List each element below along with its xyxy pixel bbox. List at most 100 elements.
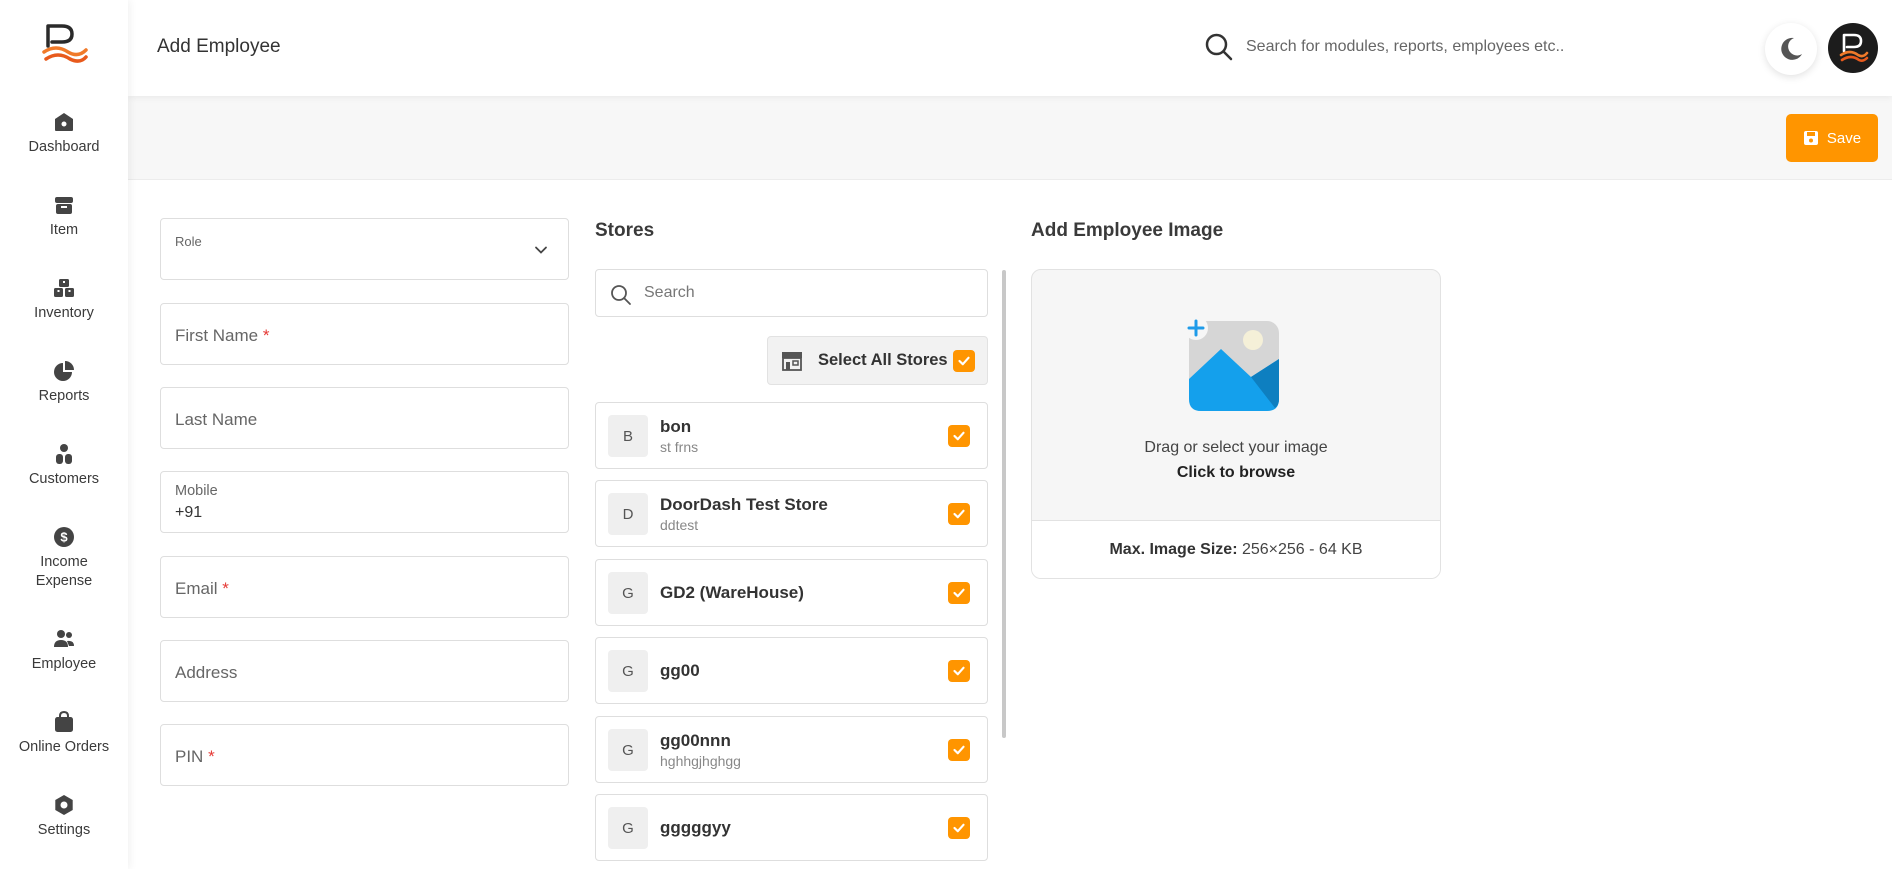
sidebar-item-customers[interactable]: Customers [0,443,128,489]
store-checkbox[interactable] [948,503,970,525]
gear-icon [55,795,73,815]
store-name: gg00nnn [660,731,731,750]
page-title: Add Employee [157,36,281,57]
pie-chart-icon [54,361,74,381]
action-toolbar: Save [128,96,1892,180]
check-icon [953,666,965,676]
email-field[interactable]: Email * [160,556,569,618]
sidebar-item-inventory[interactable]: Inventory [0,277,128,323]
moon-icon [1781,37,1802,60]
sidebar-item-item[interactable]: Item [0,194,128,240]
mobile-field[interactable]: Mobile +91 [160,471,569,533]
sidebar-item-label: Inventory [34,305,94,321]
box-icon [55,197,73,214]
store-row[interactable]: D DoorDash Test Store ddtest [595,480,988,547]
sidebar-item-reports[interactable]: Reports [0,360,128,406]
save-button-label: Save [1826,129,1862,147]
check-icon [953,431,965,441]
pin-label: PIN [175,747,204,766]
store-search-box[interactable] [595,269,988,317]
store-subtitle: st frns [660,439,699,455]
first-name-label: First Name [175,326,259,345]
store-icon [782,352,802,371]
store-checkbox[interactable] [948,817,970,839]
email-label: Email [175,579,218,598]
svg-text:$: $ [60,530,68,545]
sidebar-item-label: Income [40,554,88,570]
address-field[interactable]: Address [160,640,569,702]
global-search-input[interactable] [1246,30,1646,64]
avatar[interactable] [1828,23,1878,73]
store-initial-avatar: G [608,572,648,614]
store-initial-avatar: B [608,415,648,457]
sidebar-item-label: Online Orders [18,739,110,755]
image-placeholder-icon [1187,319,1279,411]
role-label: Role [175,234,202,249]
store-row[interactable]: B bon st frns [595,402,988,469]
check-icon [953,823,965,833]
store-row[interactable]: G gg00nnn hghhgjhghgg [595,716,988,783]
store-search-input[interactable] [644,278,964,308]
check-icon [958,356,970,366]
stores-title: Stores [595,220,655,241]
brand-logo[interactable] [42,22,88,66]
sidebar-item-online-orders[interactable]: Online Orders [0,711,128,757]
select-all-stores[interactable]: Select All Stores [767,336,988,385]
sidebar-item-label: Dashboard [28,139,100,155]
shopping-bag-icon [55,711,73,732]
store-name: DoorDash Test Store [660,495,828,514]
brand-logo-icon [1839,33,1869,62]
role-select[interactable]: Role [160,218,569,280]
employee-icon [54,630,74,647]
customers-icon [56,444,72,464]
store-checkbox[interactable] [948,660,970,682]
last-name-field[interactable]: Last Name [160,387,569,449]
last-name-label: Last Name [175,410,258,429]
store-subtitle: hghhgjhghgg [660,753,741,769]
stores-scrollbar[interactable] [1002,270,1006,738]
sidebar-item-settings[interactable]: Settings [0,794,128,840]
required-marker: * [262,326,270,345]
image-dropzone[interactable]: Drag or select your image Click to brows… [1032,270,1440,520]
store-name: gg00 [660,661,700,680]
sidebar-item-label: Settings [37,822,91,838]
store-initial-avatar: G [608,807,648,849]
select-all-checkbox[interactable] [953,350,975,372]
store-row[interactable]: G GD2 (WareHouse) [595,559,988,626]
pin-field[interactable]: PIN * [160,724,569,786]
sidebar-item-label: Reports [38,388,90,404]
click-to-browse-link[interactable]: Click to browse [1032,464,1440,482]
store-row[interactable]: G gg00 [595,637,988,704]
store-name: GD2 (WareHouse) [660,583,804,602]
save-button[interactable]: Save [1786,114,1878,162]
dollar-icon: $ [54,527,74,547]
search-icon [611,285,631,305]
floppy-disk-icon [1803,131,1818,145]
image-upload-card: Drag or select your image Click to brows… [1031,269,1441,579]
sidebar-item-income-expense[interactable]: $ Income Expense [0,526,128,591]
store-checkbox[interactable] [948,425,970,447]
sidebar-item-label: Expense [35,573,93,589]
sidebar-item-label: Item [49,222,79,238]
employee-image-title: Add Employee Image [1031,220,1224,241]
sidebar-item-dashboard[interactable]: Dashboard [0,111,128,157]
address-label: Address [175,663,238,682]
top-header: Add Employee [128,0,1892,96]
mobile-value: +91 [175,504,203,521]
theme-toggle-button[interactable] [1765,23,1817,75]
first-name-field[interactable]: First Name * [160,303,569,365]
home-icon [55,113,73,131]
store-initial-avatar: D [608,493,648,535]
sidebar-item-employee[interactable]: Employee [0,628,128,674]
store-checkbox[interactable] [948,739,970,761]
check-icon [953,509,965,519]
store-subtitle: ddtest [660,517,699,533]
inventory-icon [54,279,74,297]
check-icon [953,745,965,755]
store-initial-avatar: G [608,729,648,771]
max-size-value: 256×256 - 64 KB [1241,541,1363,558]
search-icon[interactable] [1204,32,1234,62]
store-checkbox[interactable] [948,582,970,604]
store-row[interactable]: G gggggyy [595,794,988,861]
store-initial-avatar: G [608,650,648,692]
